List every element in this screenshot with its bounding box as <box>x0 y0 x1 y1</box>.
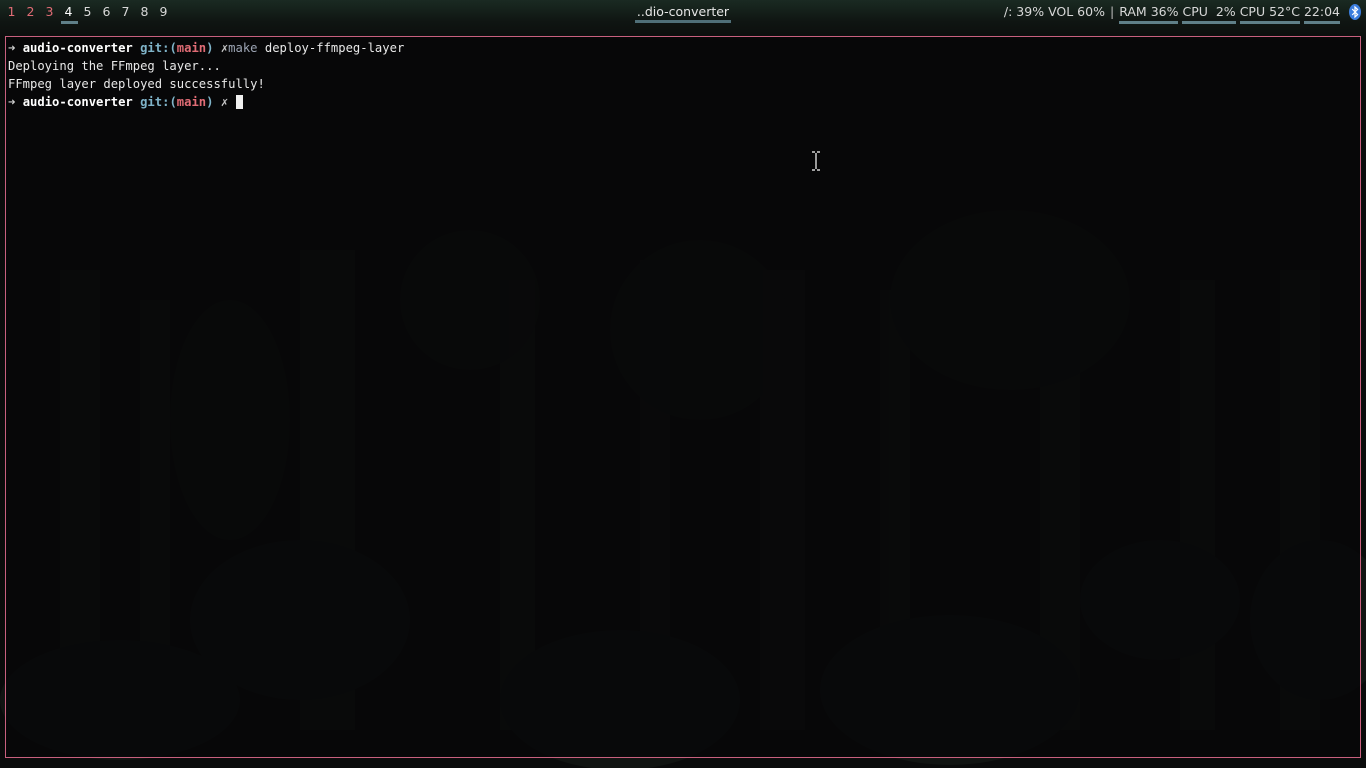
prompt-git-close: ) <box>206 95 214 109</box>
clock[interactable]: 22:04 <box>1302 0 1342 24</box>
status-modules: /: 39% VOL 60% | RAM 36% CPU 2% CPU 52°C… <box>1002 0 1362 24</box>
terminal-line-prompt: ➜ audio-converter git:(main) ✗make deplo… <box>8 39 404 57</box>
prompt-git-label: git:( <box>140 41 177 55</box>
workspace-2[interactable]: 2 <box>21 0 40 24</box>
top-bar: 1 2 3 4 5 6 7 8 9 ..dio-converter /: 39%… <box>0 0 1366 24</box>
disk-usage: /: 39% <box>1003 4 1045 19</box>
cpu-usage: CPU 2% <box>1180 0 1237 24</box>
workspace-5[interactable]: 5 <box>78 0 97 24</box>
workspace-4[interactable]: 4 <box>59 0 78 24</box>
command-args: deploy-ffmpeg-layer <box>257 41 405 55</box>
workspace-6[interactable]: 6 <box>97 0 116 24</box>
prompt-arrow: ➜ <box>8 41 16 55</box>
status-separator: | <box>1109 4 1115 19</box>
ram-usage: RAM 36% <box>1117 0 1180 24</box>
workspace-8[interactable]: 8 <box>135 0 154 24</box>
prompt-directory: audio-converter <box>22 41 133 55</box>
text-cursor[interactable] <box>235 95 243 109</box>
cpu-temperature: CPU 52°C <box>1238 0 1302 24</box>
terminal-line-output: FFmpeg layer deployed successfully! <box>8 77 265 91</box>
volume-level[interactable]: VOL 60% <box>1046 0 1107 24</box>
terminal-window[interactable]: ➜ audio-converter git:(main) ✗make deplo… <box>5 36 1361 758</box>
workspace-7[interactable]: 7 <box>116 0 135 24</box>
workspace-1[interactable]: 1 <box>2 0 21 24</box>
prompt-git-label: git:( <box>140 95 177 109</box>
workspace-9[interactable]: 9 <box>154 0 173 24</box>
terminal-line-prompt: ➜ audio-converter git:(main) ✗ <box>8 93 404 111</box>
terminal-output: ➜ audio-converter git:(main) ✗make deplo… <box>8 39 404 111</box>
bluetooth-icon[interactable] <box>1348 0 1362 24</box>
command-name: make <box>228 41 258 55</box>
prompt-git-close: ) <box>206 41 214 55</box>
prompt-directory: audio-converter <box>22 95 133 109</box>
prompt-branch: main <box>176 41 207 55</box>
workspace-list: 1 2 3 4 5 6 7 8 9 <box>2 0 173 24</box>
mouse-ibeam-cursor-icon <box>811 150 821 174</box>
terminal-line-output: Deploying the FFmpeg layer... <box>8 59 221 73</box>
window-title: ..dio-converter <box>636 4 730 19</box>
prompt-arrow: ➜ <box>8 95 16 109</box>
workspace-3[interactable]: 3 <box>40 0 59 24</box>
prompt-branch: main <box>176 95 207 109</box>
prompt-dirty-mark: ✗ <box>220 95 229 109</box>
